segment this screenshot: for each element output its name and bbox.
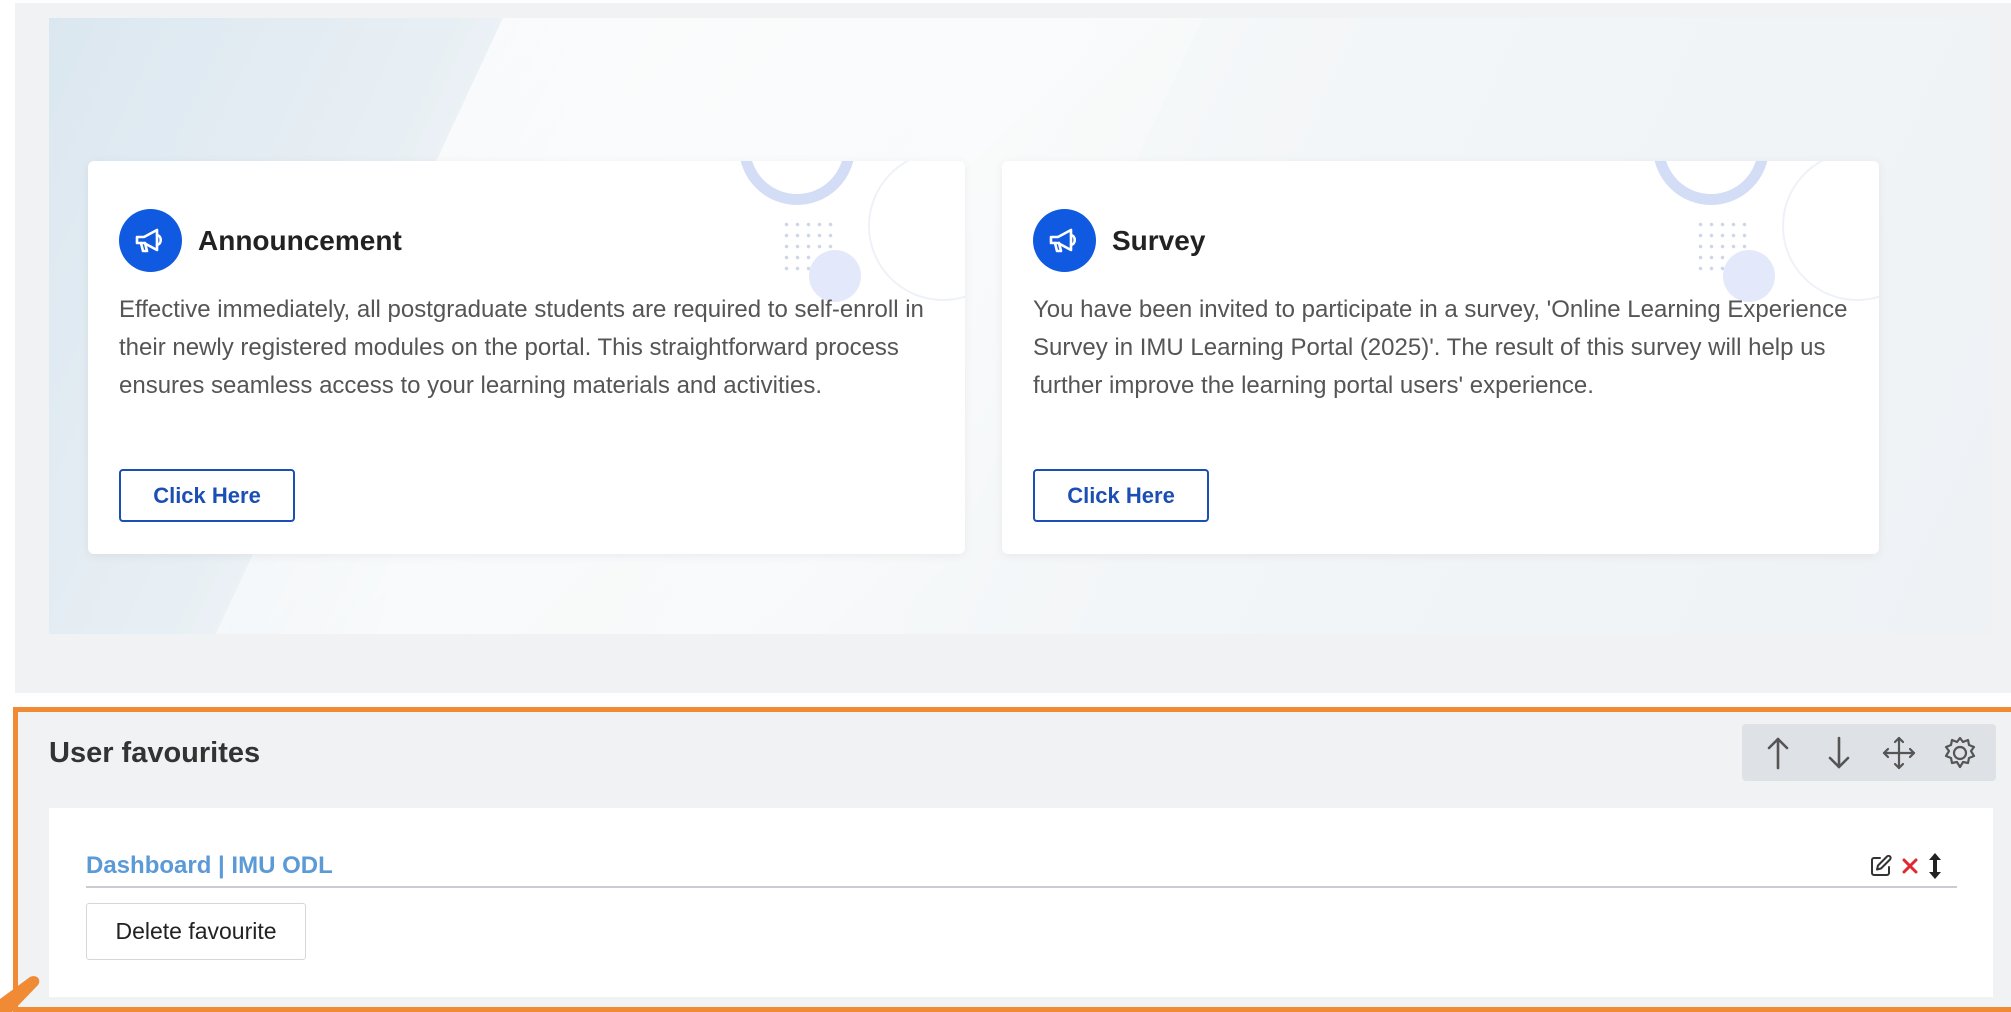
megaphone-icon [1033, 209, 1096, 272]
survey-card: Survey You have been invited to particip… [1002, 161, 1879, 554]
delete-x-icon[interactable] [1899, 855, 1921, 877]
move-icon[interactable] [1877, 731, 1921, 775]
user-favourites-title: User favourites [49, 737, 261, 769]
block-controls [1742, 724, 1996, 781]
card-decoration-ring [739, 161, 855, 205]
favourite-link-dashboard[interactable]: Dashboard | IMU ODL [86, 852, 333, 880]
edit-icon[interactable] [1869, 854, 1893, 878]
survey-click-here-button[interactable]: Click Here [1033, 469, 1209, 522]
favourite-item-actions [1869, 849, 1959, 883]
card-body-text: You have been invited to participate in … [1033, 296, 1848, 399]
settings-icon[interactable] [1938, 731, 1982, 775]
arrow-down-icon[interactable] [1817, 731, 1861, 775]
arrow-up-icon[interactable] [1756, 731, 1800, 775]
pointer-annotation-mark [0, 976, 40, 1012]
card-body-text: Effective immediately, all postgraduate … [119, 296, 924, 399]
card-title: Survey [1112, 225, 1206, 256]
delete-favourite-button[interactable]: Delete favourite [86, 903, 306, 960]
card-decoration-ring-faint [1782, 161, 1879, 301]
card-decoration-ring-faint [868, 161, 965, 301]
card-decoration-ring [1653, 161, 1769, 205]
card-title: Announcement [198, 225, 402, 256]
user-favourites-block: User favourites Dashboard | IMU ODL Dele… [13, 707, 2011, 1012]
announcement-click-here-button[interactable]: Click Here [119, 469, 295, 522]
announcement-card: Announcement Effective immediately, all … [88, 161, 965, 554]
megaphone-icon [119, 209, 182, 272]
favourite-divider [86, 886, 1957, 888]
drag-vertical-icon[interactable] [1927, 852, 1943, 880]
user-favourites-content: Dashboard | IMU ODL Delete favourite [49, 808, 1993, 997]
